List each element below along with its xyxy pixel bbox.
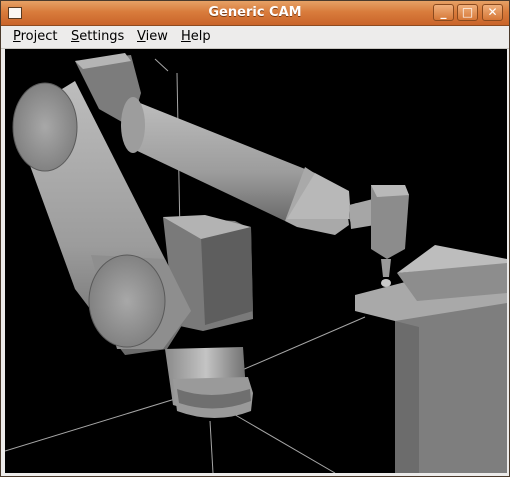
application-window: Generic CAM _ □ ✕ Project Settings View …	[0, 0, 510, 477]
menu-bar: Project Settings View Help	[1, 26, 509, 49]
minimize-button[interactable]: _	[433, 4, 454, 21]
menu-settings[interactable]: Settings	[71, 29, 124, 44]
menu-view[interactable]: View	[137, 29, 168, 44]
workpiece-fixture	[355, 245, 507, 473]
maximize-button[interactable]: □	[457, 4, 478, 21]
title-bar[interactable]: Generic CAM _ □ ✕	[1, 1, 509, 26]
close-button[interactable]: ✕	[482, 4, 503, 21]
robot-base	[165, 347, 253, 418]
robot-arm-scene	[5, 53, 507, 473]
3d-viewport[interactable]	[5, 49, 507, 473]
menu-help[interactable]: Help	[181, 29, 211, 44]
upper-arm	[121, 97, 351, 235]
menu-project[interactable]: Project	[13, 29, 58, 44]
